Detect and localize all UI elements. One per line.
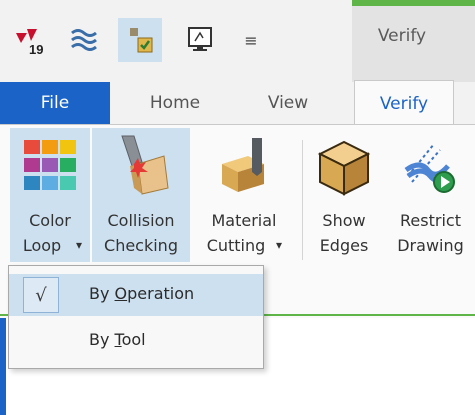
- tool-setup-icon[interactable]: [118, 18, 162, 62]
- checkmark-icon: √: [23, 277, 59, 313]
- show-edges-icon: [317, 140, 371, 196]
- material-cutting-label-line1: Material: [211, 211, 277, 230]
- restrict-drawing-label-line2: Drawing: [397, 236, 464, 255]
- menu-item-by-operation[interactable]: √ By Operation: [9, 274, 263, 316]
- material-cutting-icon: [222, 138, 264, 192]
- restrict-drawing-icon: [404, 143, 455, 193]
- restrict-drawing-label-line1: Restrict: [400, 211, 461, 230]
- collision-checking-button[interactable]: Collision Checking: [92, 128, 190, 262]
- customize-icon[interactable]: ≡: [236, 18, 266, 62]
- menu-item-by-tool[interactable]: By Tool: [9, 320, 263, 362]
- ribbon-group-divider: [302, 140, 303, 260]
- show-edges-label-line2: Edges: [319, 236, 369, 255]
- tab-view[interactable]: View: [248, 82, 328, 124]
- color-loop-label-line2: Loop: [22, 236, 62, 255]
- app-logo-icon[interactable]: 19: [8, 18, 52, 62]
- chevron-down-icon: ▾: [275, 238, 283, 252]
- restrict-drawing-button[interactable]: Restrict Drawing: [386, 128, 475, 262]
- svg-text:19: 19: [29, 42, 43, 57]
- collision-label-line2: Checking: [104, 236, 178, 255]
- material-cutting-label-line2: Cutting: [206, 236, 266, 255]
- tab-verify[interactable]: Verify: [354, 80, 454, 126]
- collision-label-line1: Collision: [107, 211, 175, 230]
- collision-icon: [121, 135, 169, 195]
- menu-item-label: By Tool: [89, 330, 146, 349]
- menu-item-label: By Operation: [89, 284, 195, 303]
- tab-home[interactable]: Home: [130, 82, 220, 124]
- waves-icon[interactable]: [62, 18, 106, 62]
- material-cutting-button[interactable]: Material Cutting ▾: [196, 128, 292, 262]
- color-grid-icon: [24, 140, 76, 190]
- chevron-down-icon: ▾: [75, 238, 83, 252]
- color-loop-button[interactable]: Color Loop ▾: [10, 128, 90, 262]
- context-tab-label: Verify: [377, 26, 427, 46]
- tab-file[interactable]: File: [0, 82, 110, 124]
- show-edges-button[interactable]: Show Edges: [308, 128, 380, 262]
- monitor-icon[interactable]: [178, 18, 222, 62]
- left-accent-strip: [0, 318, 6, 415]
- color-loop-label-line1: Color: [29, 211, 71, 230]
- show-edges-label-line1: Show: [322, 211, 366, 230]
